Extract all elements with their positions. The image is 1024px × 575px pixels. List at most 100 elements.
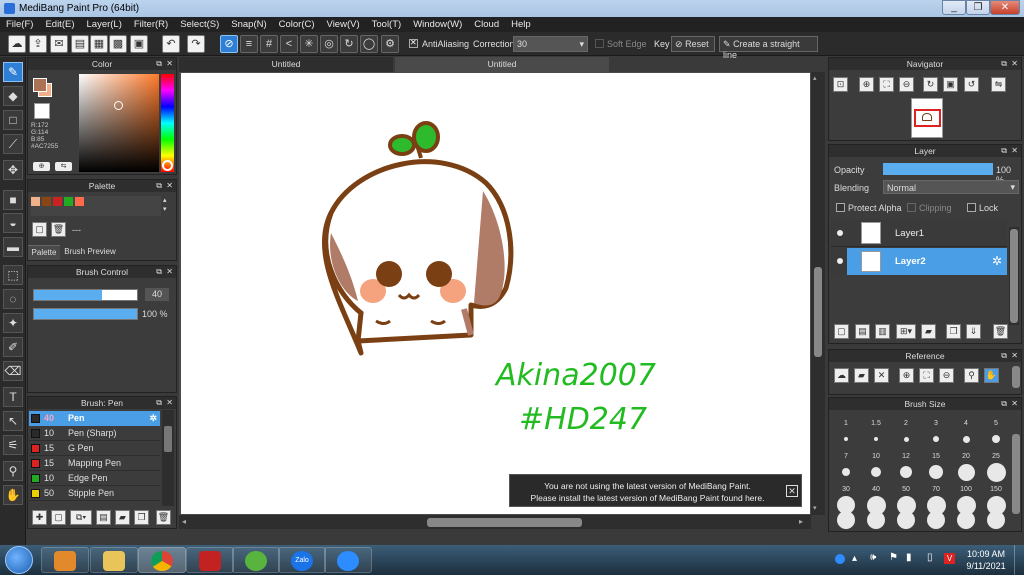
network-icon[interactable]: ▮ [906, 552, 912, 563]
undock-icon[interactable]: ⧉ [156, 266, 162, 278]
brush-settings-icon[interactable]: ✲ [149, 411, 157, 426]
brush-size-dot[interactable] [987, 511, 1005, 529]
tab-palette[interactable]: Palette [28, 245, 60, 260]
battery-icon[interactable]: ▯ [927, 552, 933, 563]
brush-size-dot[interactable] [867, 511, 885, 529]
panel-close-icon[interactable]: ✕ [1011, 350, 1018, 362]
tab-untitled-2[interactable]: Untitled [395, 57, 609, 72]
delete-brush-icon[interactable]: 🗑 [156, 510, 171, 525]
open-file-icon[interactable]: ▦ [90, 35, 108, 53]
brush-size-option[interactable]: 1 [831, 420, 861, 445]
taskbar-chrome[interactable] [138, 547, 186, 573]
new-palette-icon[interactable]: ▢ [32, 222, 47, 237]
panel-close-icon[interactable]: ✕ [166, 180, 173, 192]
antialiasing-checkbox[interactable] [409, 38, 418, 48]
menu-select[interactable]: Select(S) [174, 17, 225, 32]
new-layer-icon[interactable]: ▢ [834, 324, 849, 339]
rotate-icon[interactable]: ↻ [923, 77, 938, 92]
menu-edit[interactable]: Edit(E) [39, 17, 80, 32]
clipping-checkbox[interactable] [907, 203, 916, 212]
brush-size-option[interactable]: 12 [891, 453, 921, 478]
menu-help[interactable]: Help [505, 17, 537, 32]
layer-opacity-slider[interactable] [883, 163, 993, 175]
vertical-scrollbar[interactable]: ▴ ▾ [811, 72, 825, 515]
new-8bit-layer-icon[interactable]: ▥ [875, 324, 890, 339]
gradient-tool-icon[interactable]: ▬ [3, 237, 23, 257]
panel-close-icon[interactable]: ✕ [166, 58, 173, 70]
color-swap-icon[interactable]: ⇆ [55, 162, 72, 171]
vertical-scroll-thumb[interactable] [814, 267, 822, 357]
update-notification[interactable]: You are not using the latest version of … [509, 474, 802, 507]
undock-icon[interactable]: ⧉ [156, 58, 162, 70]
save-icon[interactable]: ▣ [130, 35, 148, 53]
palette-swatch[interactable] [42, 197, 51, 206]
brush-list-item[interactable]: 15 G Pen [29, 441, 160, 456]
circle-snap-icon[interactable]: ◎ [320, 35, 338, 53]
brush-size-option[interactable]: 2 [891, 420, 921, 445]
brush-size-option[interactable]: 4 [951, 420, 981, 445]
select-eraser-icon[interactable]: ⌫ [3, 361, 23, 381]
scroll-right-icon[interactable]: ▸ [799, 517, 803, 526]
hue-slider[interactable] [161, 74, 174, 172]
zoom-in-icon[interactable]: ⊕ [859, 77, 874, 92]
eraser-tool-icon[interactable]: ◆ [3, 86, 23, 106]
scrollbar-thumb[interactable] [164, 426, 172, 452]
clock-time[interactable]: 10:09 AM [966, 549, 1006, 559]
undock-icon[interactable]: ⧉ [1001, 350, 1007, 362]
brush-size-option[interactable]: 20 [951, 453, 981, 481]
tray-zoom-icon[interactable] [835, 554, 845, 564]
brush-folder-icon[interactable]: ▰ [115, 510, 130, 525]
scroll-left-icon[interactable]: ◂ [182, 517, 186, 526]
close-reference-icon[interactable]: ✕ [874, 368, 889, 383]
grid-icon[interactable]: ▩ [109, 35, 127, 53]
tab-brush-preview[interactable]: Brush Preview [62, 245, 118, 260]
layer-scrollbar[interactable] [1009, 227, 1019, 325]
reference-eyedropper-icon[interactable]: ⚲ [964, 368, 979, 383]
scroll-down-icon[interactable]: ▾ [813, 504, 817, 512]
menu-layer[interactable]: Layer(L) [81, 17, 128, 32]
menu-view[interactable]: View(V) [321, 17, 366, 32]
brush-size-option[interactable]: 40 [861, 486, 891, 515]
cloud-icon[interactable]: ☁ [8, 35, 26, 53]
reference-fit-icon[interactable]: ⛶ [919, 368, 934, 383]
palette-swatch[interactable] [64, 197, 73, 206]
brush-size-option[interactable]: 100 [951, 486, 981, 515]
cross-snap-icon[interactable]: # [260, 35, 278, 53]
reference-zoom-in-icon[interactable]: ⊕ [899, 368, 914, 383]
blending-select[interactable]: Normal ▾ [883, 180, 1019, 194]
select-pen-icon[interactable]: ✐ [3, 337, 23, 357]
palette-swatch[interactable] [53, 197, 62, 206]
open-reference-icon[interactable]: ▰ [854, 368, 869, 383]
taskbar-media-player[interactable] [41, 547, 89, 573]
brush-list-item[interactable]: 50 Stipple Pen [29, 486, 160, 501]
taskbar-paint-app[interactable] [186, 547, 234, 573]
taskbar-zoom[interactable] [324, 547, 372, 573]
layer-row-layer1[interactable]: Layer1 [831, 219, 1007, 247]
radial-snap-icon[interactable]: ✳ [300, 35, 318, 53]
brush-size-option[interactable]: 3 [921, 420, 951, 445]
duplicate-layer-icon[interactable]: ❐ [946, 324, 961, 339]
dot-pen-icon[interactable]: ⟋ [3, 134, 23, 154]
fill-shape-icon[interactable]: ■ [3, 190, 23, 210]
brush-size-option[interactable]: 50 [891, 486, 921, 515]
zoom-out-icon[interactable]: ⊖ [899, 77, 914, 92]
add-brush-icon[interactable]: ✚ [32, 510, 47, 525]
delete-palette-icon[interactable]: 🗑 [51, 222, 66, 237]
lasso-tool-icon[interactable]: ◌ [3, 289, 23, 309]
copy-brush-icon[interactable]: ⧉▾ [70, 510, 92, 525]
color-add-icon[interactable]: ⊕ [33, 162, 50, 171]
menu-filter[interactable]: Filter(R) [128, 17, 174, 32]
vanishing-point-icon[interactable]: < [280, 35, 298, 53]
minimize-button[interactable]: _ [942, 0, 966, 15]
navigator-thumbnail[interactable] [911, 98, 943, 138]
restore-button[interactable]: ❐ [966, 0, 990, 15]
menu-color[interactable]: Color(C) [273, 17, 321, 32]
fit-window-icon[interactable]: ⛶ [879, 77, 894, 92]
soft-edge-checkbox[interactable] [595, 39, 604, 48]
brush-size-dot[interactable] [897, 511, 915, 529]
operation-tool-icon[interactable]: ↖ [3, 411, 23, 431]
snap-off-icon[interactable]: ⊘ [220, 35, 238, 53]
brush-size-option[interactable]: 7 [831, 453, 861, 478]
eye-icon[interactable] [837, 230, 843, 236]
brush-size-dot[interactable] [927, 511, 945, 529]
